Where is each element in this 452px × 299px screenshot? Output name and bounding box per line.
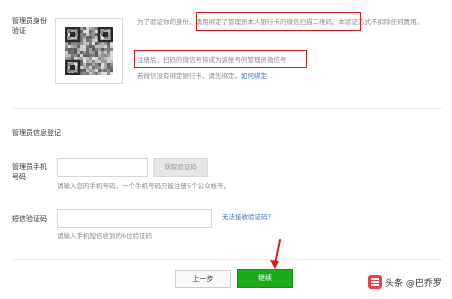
highlight-box (196, 12, 361, 31)
divider (12, 108, 442, 109)
section-title: 管理员信息登记 (12, 129, 61, 137)
divider (12, 259, 442, 260)
how-to-bind-link[interactable]: 如何绑定 (241, 72, 267, 80)
sms-code-label: 短信验证码 (12, 215, 47, 223)
highlight-box (134, 50, 307, 68)
admin-identity-label: 管理员身份验证 (12, 17, 47, 35)
unbound-hint: 若微信没有绑定银行卡，请先绑定。如何绑定 (137, 71, 267, 82)
watermark-text: 头条 @巴乔罗 (385, 278, 442, 289)
prev-step-button[interactable]: 上一步 (175, 270, 231, 288)
no-code-link[interactable]: 无法接收验证码？ (222, 212, 274, 223)
arrow-annotation-icon (270, 239, 281, 269)
continue-button[interactable]: 继续 (237, 269, 293, 288)
qr-code-frame (55, 18, 123, 84)
qr-code-image[interactable] (65, 27, 113, 75)
identity-desc-prefix: 为了验证你的身份， (137, 18, 196, 26)
watermark: 头条 @巴乔罗 (368, 273, 448, 291)
phone-input[interactable] (57, 158, 148, 177)
get-code-button[interactable]: 获取验证码 (153, 158, 208, 177)
unbound-text: 若微信没有绑定银行卡，请先绑定。 (137, 72, 241, 80)
sms-code-hint: 请输入手机短信收到的6位验证码 (57, 232, 153, 240)
toutiao-logo-icon (368, 275, 382, 289)
phone-hint: 请输入您的手机号码，一个手机号码只能注册5个公众帐号。 (57, 182, 231, 190)
sms-code-input[interactable] (57, 209, 212, 228)
phone-label: 管理员手机号码 (12, 163, 47, 181)
